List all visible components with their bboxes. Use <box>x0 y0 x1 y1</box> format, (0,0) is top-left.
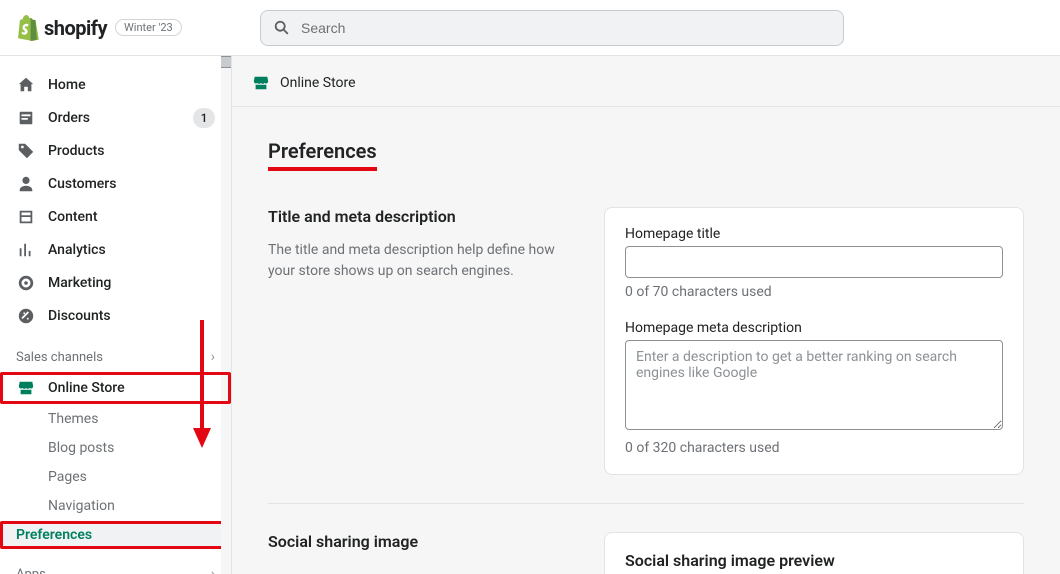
homepage-title-input[interactable] <box>625 246 1003 278</box>
analytics-icon <box>16 240 36 260</box>
search-input[interactable] <box>301 20 831 36</box>
main-content: Online Store Preferences Title and meta … <box>232 56 1060 574</box>
content-icon <box>16 207 36 227</box>
subnav-blog-posts[interactable]: Blog posts <box>0 434 231 462</box>
search-icon <box>273 19 291 37</box>
preview-heading: Social sharing image preview <box>625 551 1003 570</box>
chevron-right-icon: › <box>211 349 215 365</box>
shopify-bag-icon <box>16 15 40 41</box>
orders-icon <box>16 108 36 128</box>
sidebar-item-products[interactable]: Products <box>0 135 231 167</box>
meta-description-count: 0 of 320 characters used <box>625 440 1003 456</box>
sidebar-item-marketing[interactable]: Marketing <box>0 267 231 299</box>
sales-channels-header[interactable]: Sales channels › <box>0 333 231 371</box>
homepage-title-count: 0 of 70 characters used <box>625 284 1003 300</box>
form-card: Social sharing image preview <box>604 532 1024 574</box>
subnav-navigation[interactable]: Navigation <box>0 492 231 520</box>
meta-description-input[interactable] <box>625 340 1003 430</box>
sidebar-item-label: Orders <box>48 110 90 126</box>
sidebar-item-label: Products <box>48 143 105 159</box>
sidebar-item-customers[interactable]: Customers <box>0 168 231 200</box>
sidebar-item-analytics[interactable]: Analytics <box>0 234 231 266</box>
brand-name: shopify <box>44 16 107 40</box>
sidebar-item-discounts[interactable]: Discounts <box>0 300 231 332</box>
sidebar-item-label: Online Store <box>48 380 125 396</box>
subnav-preferences[interactable]: Preferences <box>0 521 231 549</box>
section-heading: Title and meta description <box>268 207 568 226</box>
store-icon <box>16 378 36 398</box>
orders-badge: 1 <box>193 108 215 128</box>
marketing-icon <box>16 273 36 293</box>
apps-header[interactable]: Apps › <box>0 550 231 574</box>
home-icon <box>16 75 36 95</box>
search-container <box>260 10 844 46</box>
chevron-right-icon: › <box>211 566 215 574</box>
meta-description-label: Homepage meta description <box>625 320 1003 336</box>
store-icon <box>252 74 270 92</box>
discounts-icon <box>16 306 36 326</box>
section-description: The title and meta description help defi… <box>268 240 568 282</box>
customers-icon <box>16 174 36 194</box>
subnav-themes[interactable]: Themes <box>0 405 231 433</box>
sidebar-item-label: Home <box>48 77 86 93</box>
scrollbar-thumb[interactable] <box>221 56 231 68</box>
edition-badge: Winter '23 <box>115 19 182 36</box>
subnav-pages[interactable]: Pages <box>0 463 231 491</box>
form-card: Homepage title 0 of 70 characters used H… <box>604 207 1024 475</box>
sidebar-item-online-store[interactable]: Online Store <box>0 372 231 404</box>
section-heading: Social sharing image <box>268 532 568 551</box>
products-icon <box>16 141 36 161</box>
sidebar-item-orders[interactable]: Orders 1 <box>0 102 231 134</box>
sidebar-item-label: Discounts <box>48 308 111 324</box>
sidebar-item-label: Content <box>48 209 98 225</box>
sidebar-item-content[interactable]: Content <box>0 201 231 233</box>
section-social-sharing: Social sharing image Social sharing imag… <box>268 532 1024 574</box>
sidebar-item-label: Analytics <box>48 242 106 258</box>
section-title-meta: Title and meta description The title and… <box>268 207 1024 504</box>
logo[interactable]: shopify Winter '23 <box>16 15 260 41</box>
section-label: Sales channels <box>16 350 103 365</box>
section-label: Apps <box>16 567 46 574</box>
topbar: shopify Winter '23 <box>0 0 1060 56</box>
homepage-title-label: Homepage title <box>625 226 1003 242</box>
breadcrumb-label: Online Store <box>280 75 356 91</box>
sidebar: Home Orders 1 Products Customers Content… <box>0 56 232 574</box>
breadcrumb: Online Store <box>232 56 1060 106</box>
search-box[interactable] <box>260 10 844 46</box>
sidebar-item-home[interactable]: Home <box>0 69 231 101</box>
sidebar-item-label: Customers <box>48 176 116 192</box>
sidebar-item-label: Marketing <box>48 275 111 291</box>
page-title: Preferences <box>268 139 377 171</box>
